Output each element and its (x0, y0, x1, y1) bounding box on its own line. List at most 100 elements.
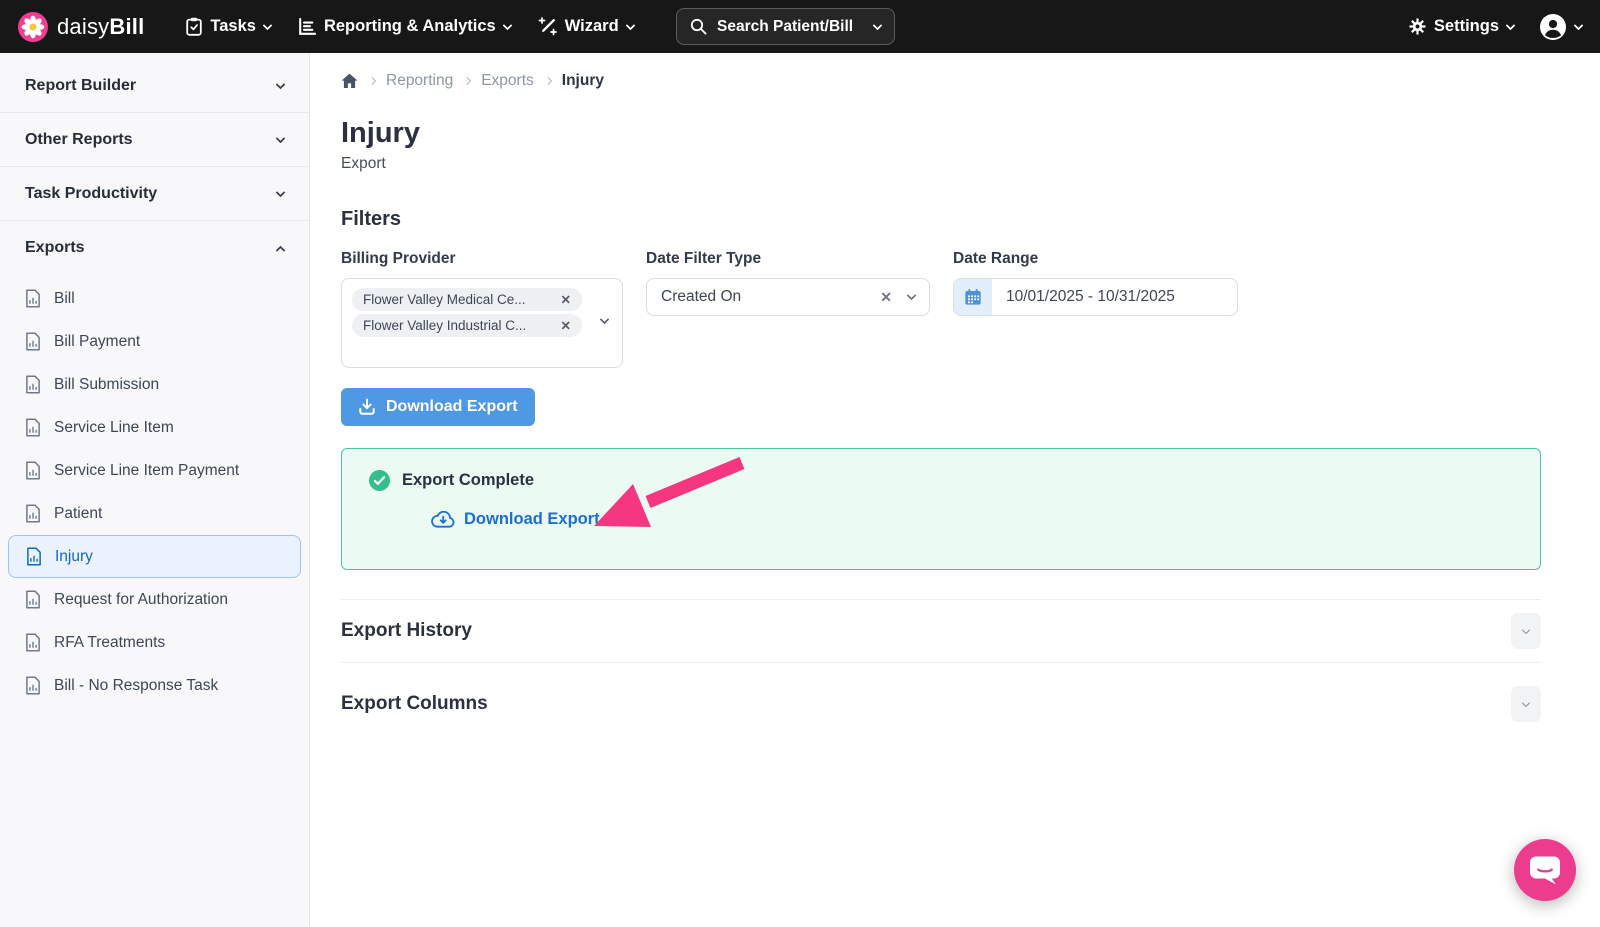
nav-settings[interactable]: Settings (1409, 17, 1516, 36)
section-label: Report Builder (25, 76, 137, 94)
clear-select-icon[interactable]: ✕ (880, 289, 892, 306)
download-icon (358, 398, 376, 416)
export-columns-section[interactable]: Export Columns (341, 662, 1541, 744)
top-navbar: daisyBill Tasks Reporting & Analytics Wi… (0, 0, 1600, 53)
chevron-right-icon (462, 76, 472, 86)
user-menu[interactable] (1540, 13, 1584, 40)
item-label: Bill Submission (54, 375, 160, 393)
chevron-down-icon (1521, 698, 1531, 707)
sidebar-item-bill-submission[interactable]: Bill Submission (0, 363, 309, 406)
chat-messenger-button[interactable] (1514, 839, 1576, 901)
chevron-down-icon[interactable] (599, 314, 610, 325)
brand-logo[interactable]: daisyBill (18, 11, 145, 42)
sidebar-item-bill-payment[interactable]: Bill Payment (0, 320, 309, 363)
sidebar-section-other-reports[interactable]: Other Reports (0, 113, 309, 167)
nav-reporting-analytics[interactable]: Reporting & Analytics (298, 17, 513, 36)
sidebar-item-bill[interactable]: Bill (0, 277, 309, 320)
sidebar-item-injury[interactable]: Injury (8, 535, 301, 578)
chat-bubble-icon (1529, 855, 1561, 886)
section-label: Task Productivity (25, 184, 158, 202)
download-export-link[interactable]: Download Export (431, 510, 600, 529)
nav-tasks[interactable]: Tasks (186, 17, 273, 36)
gear-icon (1409, 18, 1426, 35)
date-range-input[interactable]: 10/01/2025 - 10/31/2025 (953, 278, 1238, 316)
breadcrumb-injury: Injury (561, 72, 604, 89)
billing-provider-label: Billing Provider (341, 250, 456, 267)
item-label: Patient (54, 504, 103, 522)
sidebar-section-report-builder[interactable]: Report Builder (0, 59, 309, 113)
provider-chip: Flower Valley Medical Ce... ✕ (352, 288, 582, 311)
date-range-filter: Date Range 10/01/2025 - 10/31/2025 (953, 250, 1238, 368)
annotation-arrow (590, 455, 750, 542)
export-complete-panel: Export Complete Download Export (341, 448, 1541, 570)
section-label: Other Reports (25, 130, 133, 148)
select-value: Created On (661, 288, 742, 305)
item-label: Bill - No Response Task (54, 676, 219, 694)
item-label: Injury (55, 547, 93, 565)
home-icon[interactable] (341, 73, 358, 89)
sidebar-section-exports[interactable]: Exports (0, 221, 309, 275)
settings-label: Settings (1433, 17, 1499, 35)
breadcrumb-reporting[interactable]: Reporting (386, 72, 453, 90)
item-label: Bill (54, 289, 75, 307)
chevron-right-icon (367, 76, 377, 86)
item-label: Service Line Item (54, 418, 174, 436)
brand-name: daisyBill (57, 13, 145, 39)
magic-wand-icon (538, 17, 557, 36)
billing-provider-filter: Billing Provider Flower Valley Medical C… (341, 250, 623, 368)
main-content: Reporting Exports Injury Injury Export F… (310, 53, 1600, 927)
daisy-flower-icon (18, 11, 48, 42)
download-export-link-label: Download Export (464, 510, 600, 528)
chevron-down-icon (275, 187, 286, 197)
chevron-right-icon (543, 76, 553, 86)
sidebar-item-patient[interactable]: Patient (0, 492, 309, 535)
sidebar-item-bill-no-response-task[interactable]: Bill - No Response Task (0, 664, 309, 707)
breadcrumb: Reporting Exports Injury (341, 72, 1541, 90)
page-subtitle: Export (341, 155, 386, 172)
sidebar: Report Builder Other Reports Task Produc… (0, 53, 310, 927)
sidebar-item-rfa-treatments[interactable]: RFA Treatments (0, 621, 309, 664)
chevron-down-icon (625, 20, 636, 30)
item-label: Bill Payment (54, 332, 141, 350)
sidebar-item-service-line-item-payment[interactable]: Service Line Item Payment (0, 449, 309, 492)
chip-label: Flower Valley Industrial C... (363, 318, 527, 333)
nav-wizard-label: Wizard (564, 17, 619, 35)
item-label: RFA Treatments (54, 633, 166, 651)
remove-chip-icon[interactable]: ✕ (561, 292, 571, 307)
search-icon (690, 18, 707, 35)
billing-provider-multiselect[interactable]: Flower Valley Medical Ce... ✕ Flower Val… (341, 278, 623, 368)
page-title: Injury (341, 117, 420, 149)
sidebar-item-service-line-item[interactable]: Service Line Item (0, 406, 309, 449)
item-label: Request for Authorization (54, 590, 229, 608)
sidebar-section-task-productivity[interactable]: Task Productivity (0, 167, 309, 221)
search-label: Search Patient/Bill (717, 17, 854, 35)
chevron-down-icon (262, 20, 273, 30)
clipboard-icon (186, 17, 203, 36)
chip-label: Flower Valley Medical Ce... (363, 292, 526, 307)
chevron-down-icon[interactable] (906, 290, 917, 301)
export-history-section[interactable]: Export History (341, 599, 1541, 662)
export-history-toggle-button[interactable] (1511, 613, 1541, 649)
date-filter-type-select[interactable]: Created On ✕ (646, 278, 930, 316)
chevron-down-icon (275, 133, 286, 143)
download-export-button[interactable]: Download Export (341, 388, 535, 426)
chevron-down-icon (1573, 20, 1584, 30)
chevron-down-icon (275, 79, 286, 89)
export-history-label: Export History (341, 620, 472, 641)
calendar-icon (954, 279, 992, 315)
chevron-down-icon (872, 20, 883, 30)
export-complete-status: Export Complete (402, 471, 535, 489)
item-label: Service Line Item Payment (54, 461, 240, 479)
download-export-button-label: Download Export (386, 398, 518, 415)
nav-wizard[interactable]: Wizard (538, 17, 636, 36)
search-patient-bill[interactable]: Search Patient/Bill (676, 8, 895, 45)
breadcrumb-exports[interactable]: Exports (481, 72, 534, 90)
date-filter-type-filter: Date Filter Type Created On ✕ (646, 250, 930, 368)
chevron-down-icon (1521, 625, 1531, 635)
export-columns-toggle-button[interactable] (1511, 685, 1541, 722)
export-columns-label: Export Columns (341, 692, 488, 714)
remove-chip-icon[interactable]: ✕ (561, 318, 571, 333)
sidebar-item-request-for-authorization[interactable]: Request for Authorization (0, 578, 309, 621)
user-avatar-icon (1540, 13, 1566, 40)
filters-heading: Filters (341, 208, 402, 230)
